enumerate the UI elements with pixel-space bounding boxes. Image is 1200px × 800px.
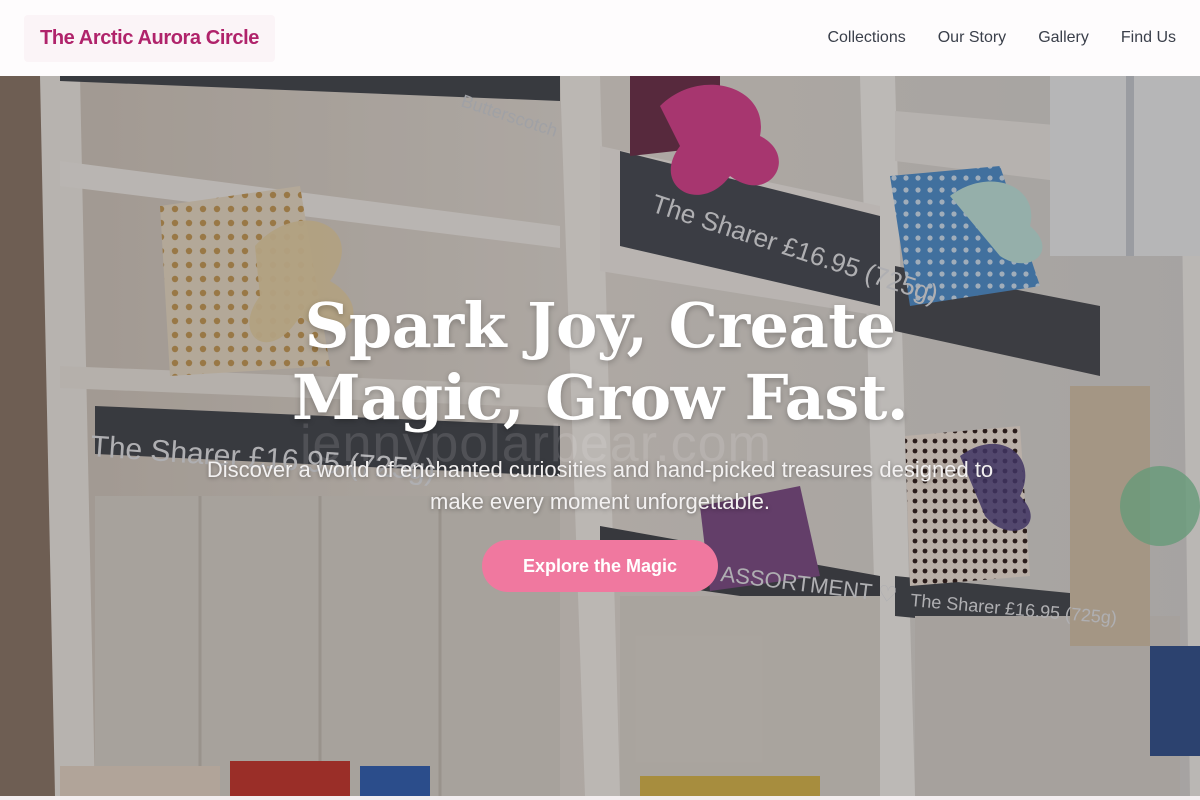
nav-collections-link[interactable]: Collections xyxy=(827,29,905,47)
nav-find-us-link[interactable]: Find Us xyxy=(1121,29,1176,47)
hero-content: Spark Joy, Create Magic, Grow Fast. Disc… xyxy=(0,76,1200,796)
hero-section: Butterscotch The Sharer £16.95 (725g) Th… xyxy=(0,76,1200,796)
hero-title: Spark Joy, Create Magic, Grow Fast. xyxy=(292,289,908,434)
page-bottom-strip xyxy=(0,796,1200,800)
explore-the-magic-button[interactable]: Explore the Magic xyxy=(482,540,718,592)
main-nav: Collections Our Story Gallery Find Us xyxy=(827,29,1176,47)
site-header: The Arctic Aurora Circle Collections Our… xyxy=(0,0,1200,76)
hero-subtitle: Discover a world of enchanted curiositie… xyxy=(206,457,994,514)
nav-gallery-link[interactable]: Gallery xyxy=(1038,29,1089,47)
brand-logo-link[interactable]: The Arctic Aurora Circle xyxy=(24,14,275,62)
nav-our-story-link[interactable]: Our Story xyxy=(938,29,1006,47)
